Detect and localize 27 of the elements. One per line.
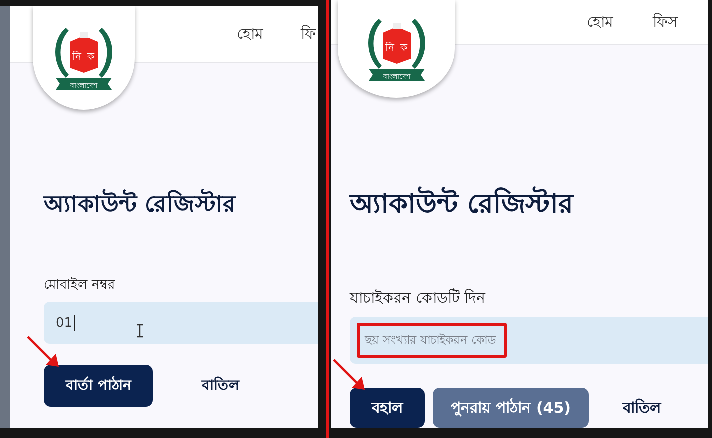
field-value: 01 [56, 315, 75, 331]
cancel-link[interactable]: বাতিল [184, 365, 257, 407]
ribbon-drawing [368, 69, 424, 81]
ribbon-drawing [56, 78, 112, 90]
field-label: মোবাইল নম্বর [44, 276, 116, 295]
cancel-link[interactable]: বাতিল [605, 388, 680, 428]
logo-letter: নি [385, 43, 394, 54]
action-button[interactable]: বহাল [350, 388, 425, 428]
field-placeholder: ছয় সংখ্যার যাচাইকরন কোড [365, 332, 496, 348]
nav-link[interactable]: হোম [587, 10, 613, 34]
ballot-box-drawing [70, 32, 98, 73]
ballot-box-drawing [382, 23, 410, 64]
wreath-drawing [368, 19, 425, 69]
logo-letter: ক [88, 52, 94, 63]
page-title: অ্যাকাউন্ট রেজিস্টার [44, 186, 318, 225]
action-button[interactable]: পুনরায় পাঠান (45) [433, 388, 590, 428]
page-title: অ্যাকাউন্ট রেজিস্টার [350, 183, 708, 228]
wreath-drawing [56, 28, 112, 78]
action-button[interactable]: বার্তা পাঠান [44, 365, 153, 407]
field-label: যাচাইকরন কোডটি দিন [350, 288, 487, 309]
logo-letter: নি [72, 52, 82, 63]
nav-link[interactable]: ফিস [653, 10, 678, 34]
nav-link[interactable]: ফি [301, 22, 316, 46]
input-field[interactable]: 01 [44, 302, 318, 344]
logo-letter: ক [400, 43, 407, 54]
nav-link[interactable]: হোম [237, 22, 263, 46]
text-cursor-icon [136, 324, 144, 338]
